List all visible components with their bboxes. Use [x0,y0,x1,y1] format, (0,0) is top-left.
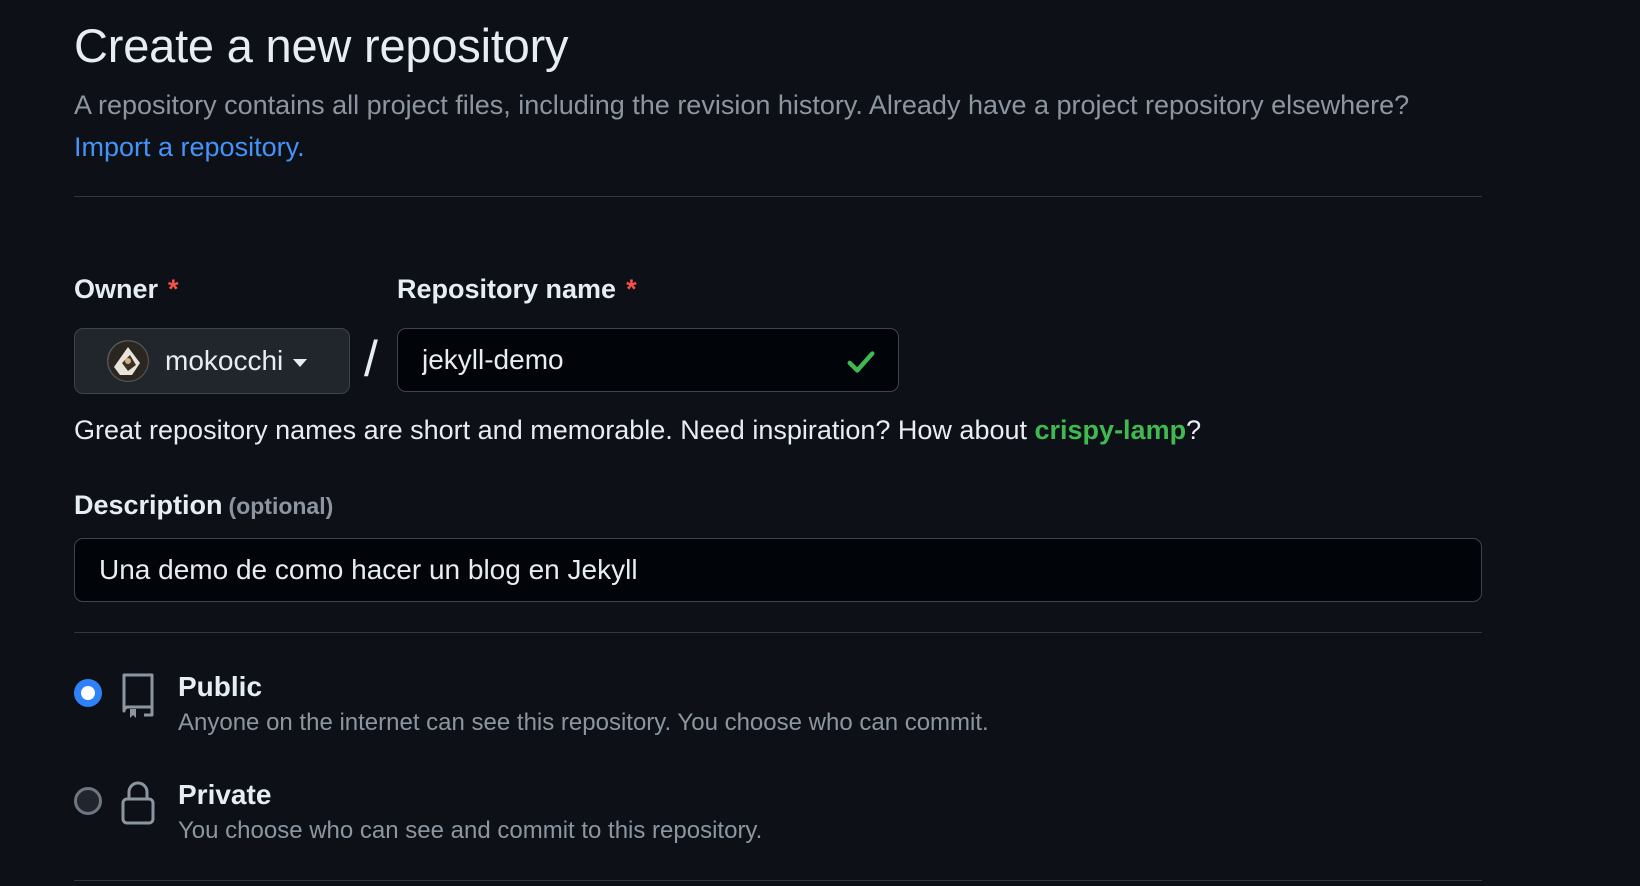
private-radio[interactable] [74,787,102,815]
lock-icon [121,781,155,825]
header-divider [74,196,1482,197]
name-suggestion[interactable]: crispy-lamp [1035,415,1187,445]
check-icon [847,351,875,373]
create-repo-page: Create a new repository A repository con… [0,0,1640,886]
repo-icon [122,673,154,718]
page-header: Create a new repository A repository con… [74,14,1482,168]
page-subtitle: A repository contains all project files,… [74,84,1474,168]
public-radio[interactable] [74,679,102,707]
visibility-option-private[interactable]: Private You choose who can see and commi… [74,779,1374,859]
optional-tag: (optional) [228,493,334,519]
page-title: Create a new repository [74,19,569,72]
public-description: Anyone on the internet can see this repo… [178,709,989,736]
visibility-divider [74,880,1482,881]
description-label-text: Description [74,490,223,520]
avatar [107,340,149,382]
description-label: Description (optional) [74,490,333,521]
private-title: Private [178,779,272,810]
required-mark: * [626,274,637,304]
public-title: Public [178,671,263,702]
owner-name: mokocchi [165,345,284,376]
visibility-option-public[interactable]: Public Anyone on the internet can see th… [74,671,1374,751]
hint-suffix: ? [1186,415,1202,445]
owner-label-text: Owner [74,274,159,304]
import-repository-link[interactable]: Import a repository. [74,132,305,162]
repo-name-input[interactable] [397,328,899,392]
owner-dropdown[interactable]: mokocchi [74,328,350,394]
repo-name-label: Repository name * [397,274,637,305]
private-description: You choose who can see and commit to thi… [178,817,763,844]
avatar-image [108,341,148,381]
owner-repo-separator: / [364,331,378,387]
repo-name-hint: Great repository names are short and mem… [74,415,1201,446]
repo-name-label-text: Repository name [397,274,617,304]
caret-down-icon [293,358,308,367]
hint-text: Great repository names are short and mem… [74,415,1027,445]
description-input[interactable] [74,538,1482,602]
description-divider [74,632,1482,633]
required-mark: * [168,274,179,304]
subtitle-text: A repository contains all project files,… [74,90,1410,120]
owner-label: Owner * [74,274,179,305]
